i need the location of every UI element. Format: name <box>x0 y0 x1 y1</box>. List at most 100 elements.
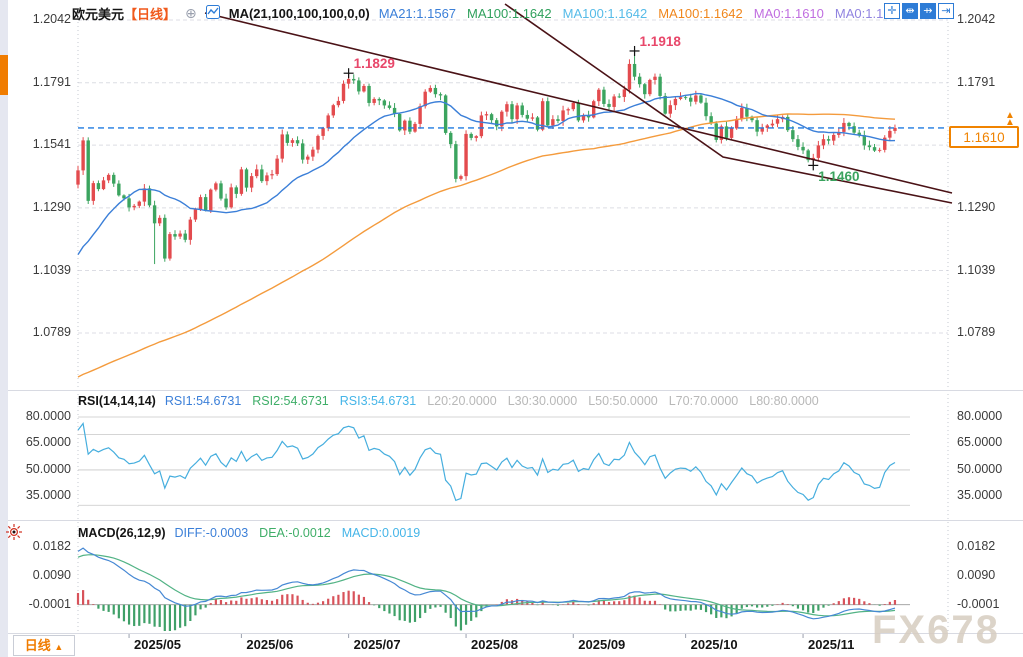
candle-body <box>852 126 855 132</box>
rsi-macd-separator <box>8 520 1023 521</box>
candle-body <box>178 234 181 237</box>
period-selector-button[interactable]: 日线 ▲ <box>13 635 75 656</box>
candle-body <box>301 143 304 159</box>
period-tag: 【日线】 <box>124 7 176 22</box>
candle-body <box>485 114 488 115</box>
candle-body <box>306 157 309 160</box>
candle-body <box>643 84 646 94</box>
candle-body <box>408 121 411 132</box>
candle-body <box>255 169 258 176</box>
y-axis-label-left: 1.1290 <box>5 200 71 214</box>
ma-legend-value: MA100:1.1642 <box>658 6 743 21</box>
go-to-end-icon[interactable]: ⇥ <box>938 3 954 19</box>
candle-body <box>572 103 575 109</box>
candle-body <box>464 134 467 176</box>
candle-body <box>648 80 651 94</box>
candle-body <box>112 175 115 184</box>
macd-axis-label-left: -0.0001 <box>5 597 71 611</box>
candle-body <box>275 159 278 174</box>
rsi-axis-label-left: 80.0000 <box>5 409 71 423</box>
rsi-legend-value: RSI1:54.6731 <box>165 394 241 408</box>
candle-body <box>684 97 687 98</box>
candle-body <box>143 188 146 201</box>
candle-body <box>740 108 743 119</box>
rsi-axis-label-right: 35.0000 <box>957 488 1002 502</box>
candle-body <box>439 94 442 95</box>
rsi-legend-value: RSI2:54.6731 <box>252 394 328 408</box>
candle-body <box>602 90 605 104</box>
candle-body <box>158 218 161 223</box>
candle-body <box>352 79 355 80</box>
rsi-legend-value: RSI3:54.6731 <box>340 394 416 408</box>
last-price-label[interactable]: 1.1610 <box>949 126 1019 148</box>
candle-body <box>454 144 457 179</box>
price-annotation: 1.1918 <box>640 34 681 49</box>
pan-tool-icon[interactable]: ✛ <box>884 3 900 19</box>
macd-values-list: DIFF:-0.0003DEA:-0.0012MACD:0.0019 <box>175 526 421 540</box>
candle-body <box>117 184 120 196</box>
candle-body <box>444 95 447 132</box>
candle-body <box>801 147 804 150</box>
candle-body <box>531 117 534 118</box>
candle-body <box>102 180 105 189</box>
rsi-axis-label-right: 80.0000 <box>957 409 1002 423</box>
candle-body <box>189 220 192 240</box>
candle-body <box>658 77 661 96</box>
candle-body <box>204 197 207 210</box>
candle-body <box>311 150 314 157</box>
candle-body <box>725 126 728 137</box>
candle-body <box>582 116 585 121</box>
trading-chart-app: 欧元美元【日线】 ⊕ MA(21,100,100,100,0,0) MA21:1… <box>0 0 1023 657</box>
candle-body <box>817 145 820 157</box>
macd-axis-label-left: 0.0182 <box>5 539 71 553</box>
candle-body <box>566 109 569 110</box>
rsi-legend-value: L80:80.0000 <box>749 394 819 408</box>
candle-body <box>526 115 529 119</box>
candle-body <box>791 130 794 139</box>
candle-body <box>168 234 171 258</box>
candle-body <box>367 86 370 103</box>
scroll-right-icon[interactable]: ⇸ <box>920 3 936 19</box>
candle-body <box>332 105 335 115</box>
candle-body <box>888 131 891 138</box>
y-axis-label-right: 1.0789 <box>957 325 995 339</box>
candle-body <box>403 121 406 131</box>
add-indicator-icon[interactable]: ⊕ <box>185 5 197 22</box>
candle-body <box>521 105 524 114</box>
candle-body <box>755 120 758 131</box>
candle-body <box>229 187 232 207</box>
ma-legend-value: MA100:1.1642 <box>467 6 552 21</box>
candle-body <box>776 119 779 123</box>
candle-body <box>383 100 386 105</box>
candle-body <box>429 88 432 92</box>
month-label: 2025/10 <box>691 637 738 652</box>
candle-body <box>240 169 243 193</box>
candle-body <box>291 140 294 143</box>
month-label: 2025/06 <box>246 637 293 652</box>
rsi-axis-label-left: 65.0000 <box>5 435 71 449</box>
candle-body <box>107 175 110 180</box>
candle-body <box>378 99 381 100</box>
candle-body <box>495 120 498 126</box>
candle-body <box>163 218 166 259</box>
candle-body <box>337 101 340 105</box>
candle-body <box>173 234 176 236</box>
symbol-title: 欧元美元【日线】 <box>72 4 176 23</box>
candle-body <box>715 123 718 139</box>
candle-body <box>638 77 641 84</box>
chart-canvas[interactable] <box>0 0 1023 657</box>
macd-legend: MACD(26,12,9) DIFF:-0.0003DEA:-0.0012MAC… <box>78 526 420 540</box>
candle-body <box>418 106 421 124</box>
candlestick-chart-icon[interactable] <box>206 5 220 22</box>
fit-range-icon[interactable]: ⇹ <box>902 3 918 19</box>
y-axis-label-right: 1.1039 <box>957 263 995 277</box>
macd-axis-label-right: -0.0001 <box>957 597 999 611</box>
macd-title: MACD(26,12,9) <box>78 526 166 540</box>
y-axis-label-left: 1.2042 <box>5 12 71 26</box>
macd-legend-value: MACD:0.0019 <box>342 526 421 540</box>
candle-body <box>669 105 672 113</box>
y-axis-label-left: 1.1791 <box>5 75 71 89</box>
candle-body <box>480 115 483 136</box>
candle-body <box>699 95 702 102</box>
candle-body <box>235 187 238 193</box>
